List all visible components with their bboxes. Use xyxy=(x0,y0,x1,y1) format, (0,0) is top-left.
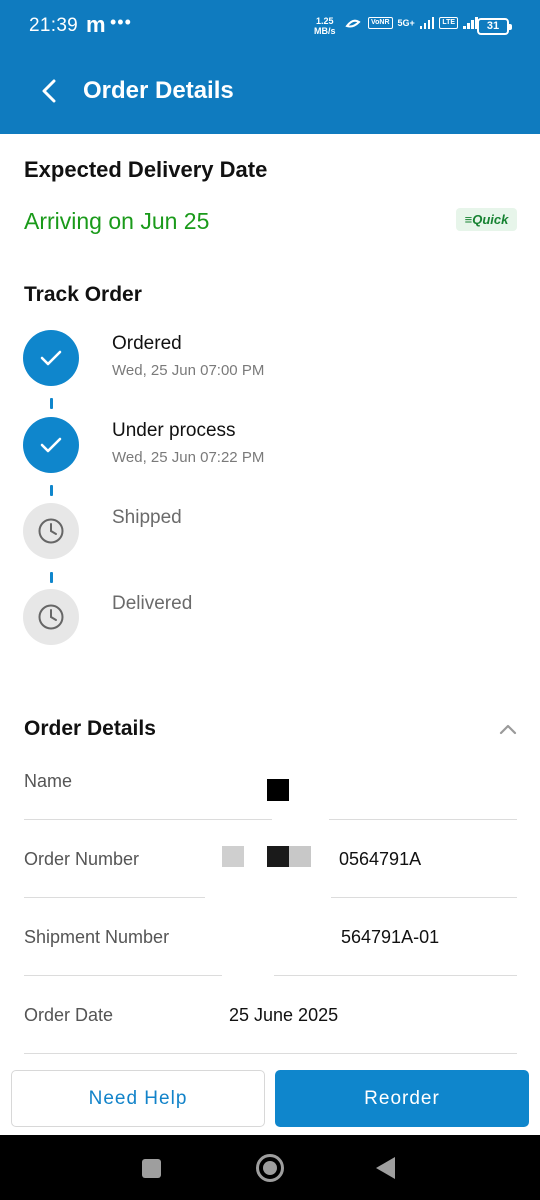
need-help-button[interactable]: Need Help xyxy=(11,1070,265,1127)
status-time: 21:39 xyxy=(29,15,79,36)
battery-icon: 31 xyxy=(477,18,512,35)
network-type-label: 5G+ xyxy=(397,18,415,28)
home-icon[interactable] xyxy=(256,1154,284,1182)
collapse-button[interactable] xyxy=(496,718,520,742)
clock-icon xyxy=(38,518,64,544)
step-shipped-circle xyxy=(23,503,79,559)
chevron-left-icon xyxy=(42,79,56,103)
row-divider xyxy=(24,819,272,820)
hotspot-icon xyxy=(345,19,361,28)
order-number-label: Order Number xyxy=(24,849,140,869)
row-divider xyxy=(24,897,205,898)
reorder-button[interactable]: Reorder xyxy=(275,1070,529,1127)
order-date-value: 25 June 2025 xyxy=(229,1005,339,1025)
delivery-heading: Expected Delivery Date xyxy=(24,157,268,182)
back-button[interactable] xyxy=(34,74,64,108)
quick-badge: ≡Quick xyxy=(456,208,517,231)
more-notifications-icon: ••• xyxy=(110,12,132,32)
volte-lte-icon: LTE xyxy=(439,17,459,29)
step-process-title: Under process xyxy=(112,420,236,441)
step-connector xyxy=(50,572,53,583)
check-icon xyxy=(40,350,62,366)
status-bar: 21:39 m ••• 1.25 MB/s VoNR 5G+ LTE 31 xyxy=(0,0,540,55)
step-ordered-circle xyxy=(23,330,79,386)
back-triangle-icon[interactable] xyxy=(376,1157,395,1179)
order-number-value: 0564791A xyxy=(339,849,422,869)
network-speed-value: 1.25 xyxy=(315,16,334,26)
name-label: Name xyxy=(24,771,73,791)
signal-1-icon xyxy=(419,17,435,29)
redaction-block xyxy=(222,846,244,867)
network-speed: 1.25 MB/s xyxy=(314,16,336,36)
step-process-circle xyxy=(23,417,79,473)
recents-icon[interactable] xyxy=(142,1159,161,1178)
status-icons: VoNR 5G+ LTE xyxy=(343,16,478,30)
order-details-heading: Order Details xyxy=(24,717,156,740)
step-process-time: Wed, 25 Jun 07:22 PM xyxy=(112,449,265,466)
chevron-up-icon xyxy=(499,724,517,735)
step-ordered-title: Ordered xyxy=(112,333,182,354)
step-shipped-title: Shipped xyxy=(112,507,182,528)
redaction-block xyxy=(267,779,289,801)
top-bar: 21:39 m ••• 1.25 MB/s VoNR 5G+ LTE 31 Or… xyxy=(0,0,540,134)
system-nav-bar xyxy=(0,1135,540,1200)
row-divider xyxy=(329,819,517,820)
row-divider xyxy=(24,1053,517,1054)
arrival-date: Arriving on Jun 25 xyxy=(24,208,210,234)
shipment-number-label: Shipment Number xyxy=(24,927,170,947)
redaction-block xyxy=(289,846,311,867)
app-notification-icon: m xyxy=(86,12,106,37)
shipment-number-value: 564791A-01 xyxy=(341,927,440,947)
track-order-heading: Track Order xyxy=(24,283,142,306)
page-title: Order Details xyxy=(83,77,234,104)
step-delivered-circle xyxy=(23,589,79,645)
step-connector xyxy=(50,485,53,496)
network-speed-unit: MB/s xyxy=(314,26,336,36)
step-connector xyxy=(50,398,53,409)
volte-nr-icon: VoNR xyxy=(368,17,393,29)
redaction-block xyxy=(267,846,289,867)
step-ordered-time: Wed, 25 Jun 07:00 PM xyxy=(112,362,265,379)
row-divider xyxy=(274,975,517,976)
row-divider xyxy=(24,975,222,976)
clock-icon xyxy=(38,604,64,630)
check-icon xyxy=(40,437,62,453)
step-delivered-title: Delivered xyxy=(112,593,193,614)
order-date-label: Order Date xyxy=(24,1005,114,1025)
signal-2-icon xyxy=(463,17,478,29)
row-divider xyxy=(331,897,517,898)
